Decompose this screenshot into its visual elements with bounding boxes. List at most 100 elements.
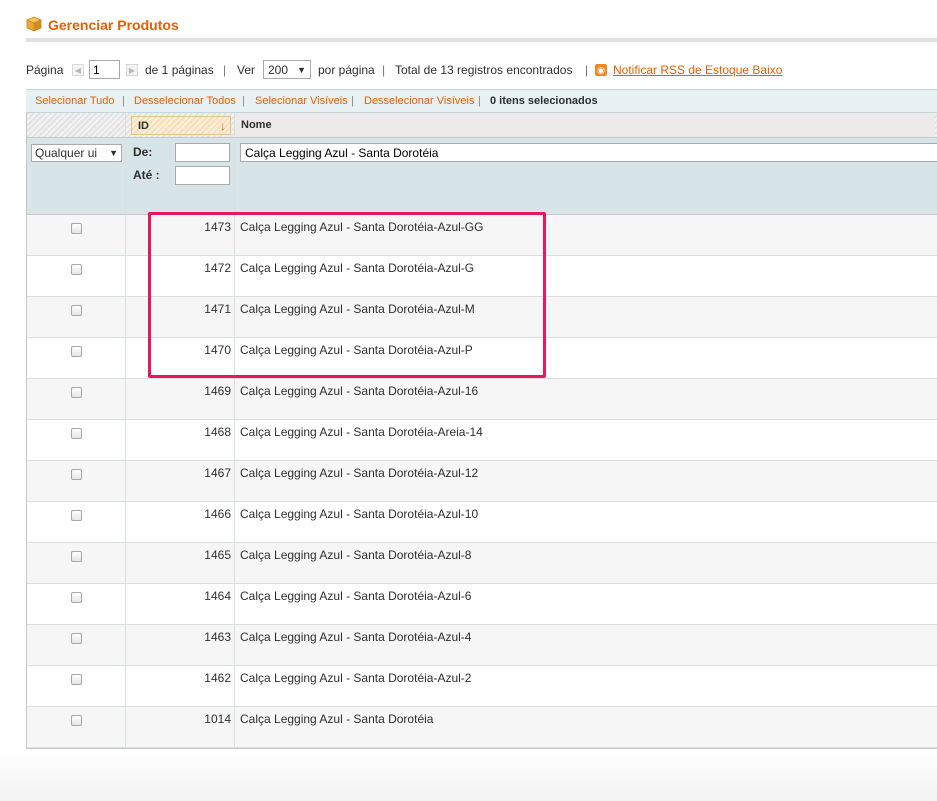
cell-id: 1469: [204, 384, 231, 398]
cell-id: 1462: [204, 671, 231, 685]
cell-name: Calça Legging Azul - Santa Dorotéia-Azul…: [240, 630, 472, 644]
cell-id: 1463: [204, 630, 231, 644]
box-icon: [26, 16, 42, 32]
table-row[interactable]: 1465 Calça Legging Azul - Santa Dorotéia-…: [27, 543, 937, 584]
row-checkbox[interactable]: [71, 633, 82, 644]
total-records-text: Total de 13 registros encontrados: [395, 63, 573, 77]
table-row[interactable]: 1466 Calça Legging Azul - Santa Dorotéia-…: [27, 502, 937, 543]
per-page-suffix: por página: [318, 63, 375, 77]
cell-id: 1473: [204, 220, 231, 234]
select-all-link[interactable]: Selecionar Tudo: [35, 95, 115, 107]
cell-name: Calça Legging Azul - Santa Dorotéia-Azul…: [240, 384, 479, 398]
cell-id: 1014: [204, 712, 231, 726]
grid-rows: 1473 Calça Legging Azul - Santa Dorotéia-…: [27, 215, 937, 748]
row-checkbox[interactable]: [71, 264, 82, 275]
cell-id: 1464: [204, 589, 231, 603]
cell-name: Calça Legging Azul - Santa Dorotéia-Azul…: [240, 343, 473, 357]
chevron-left-icon: ◀: [74, 65, 82, 75]
cell-id: 1470: [204, 343, 231, 357]
table-row[interactable]: 1464 Calça Legging Azul - Santa Dorotéia-…: [27, 584, 937, 625]
row-checkbox[interactable]: [71, 592, 82, 603]
massaction-bar: Selecionar Tudo | Desselecionar Todos | …: [26, 89, 937, 113]
id-from-input[interactable]: [175, 143, 230, 162]
per-page-value: 200: [268, 62, 289, 77]
rss-icon: ◉: [595, 64, 607, 76]
next-page-button[interactable]: ▶: [126, 64, 138, 76]
pager: Página ◀ ▶ de 1 páginas | Ver 200 ▼ por …: [26, 59, 937, 81]
cell-name: Calça Legging Azul - Santa Dorotéia-Azul…: [240, 671, 472, 685]
cell-id: 1468: [204, 425, 231, 439]
page-header: Gerenciar Produtos: [26, 14, 937, 42]
cell-id: 1465: [204, 548, 231, 562]
table-row[interactable]: 1470 Calça Legging Azul - Santa Dorotéia-…: [27, 338, 937, 379]
row-checkbox[interactable]: [71, 469, 82, 480]
row-checkbox[interactable]: [71, 305, 82, 316]
row-checkbox[interactable]: [71, 551, 82, 562]
view-label: Ver: [237, 63, 256, 77]
pager-separator: |: [223, 63, 227, 77]
column-header-name[interactable]: Nome: [235, 113, 935, 137]
pager-separator: |: [382, 63, 386, 77]
cell-name: Calça Legging Azul - Santa Dorotéia-Azul…: [240, 548, 472, 562]
cell-name: Calça Legging Azul - Santa Dorotéia-Azul…: [240, 507, 479, 521]
column-divider: [234, 113, 235, 748]
unselect-all-link[interactable]: Desselecionar Todos: [134, 95, 236, 107]
table-row[interactable]: 1472 Calça Legging Azul - Santa Dorotéia-…: [27, 256, 937, 297]
column-divider: [125, 113, 126, 748]
sort-desc-icon: ↓: [220, 119, 226, 133]
unselect-visible-link[interactable]: Desselecionar Visíveis: [364, 95, 474, 107]
page-label: Página: [26, 63, 64, 77]
per-page-select[interactable]: 200 ▼: [263, 60, 311, 79]
table-row[interactable]: 1014 Calça Legging Azul - Santa Dorotéia: [27, 707, 937, 748]
prev-page-button[interactable]: ◀: [72, 64, 84, 76]
massaction-separator: |: [122, 95, 125, 107]
cell-name: Calça Legging Azul - Santa Dorotéia-Azul…: [240, 220, 484, 234]
grid-filter-row: Qualquer ui ▼ De: Até :: [27, 138, 937, 215]
id-to-label: Até :: [133, 168, 160, 182]
massaction-filter-value: Qualquer ui: [35, 146, 98, 160]
table-row[interactable]: 1473 Calça Legging Azul - Santa Dorotéia-…: [27, 215, 937, 256]
cell-id: 1467: [204, 466, 231, 480]
massaction-filter-select[interactable]: Qualquer ui ▼: [31, 144, 122, 162]
cell-name: Calça Legging Azul - Santa Dorotéia-Azul…: [240, 466, 479, 480]
table-row[interactable]: 1462 Calça Legging Azul - Santa Dorotéia-…: [27, 666, 937, 707]
page-input[interactable]: [89, 60, 120, 79]
rss-notify-link[interactable]: Notificar RSS de Estoque Baixo: [613, 63, 782, 77]
id-to-input[interactable]: [175, 166, 230, 185]
chevron-down-icon: ▼: [109, 148, 118, 158]
cell-name: Calça Legging Azul - Santa Dorotéia-Arei…: [240, 425, 483, 439]
page-title: Gerenciar Produtos: [48, 17, 179, 33]
table-row[interactable]: 1467 Calça Legging Azul - Santa Dorotéia-…: [27, 461, 937, 502]
chevron-right-icon: ▶: [128, 65, 136, 75]
cell-id: 1466: [204, 507, 231, 521]
cell-name: Calça Legging Azul - Santa Dorotéia-Azul…: [240, 589, 472, 603]
cell-id: 1471: [204, 302, 231, 316]
selected-count: 0 itens selecionados: [490, 95, 598, 107]
chevron-down-icon: ▼: [297, 64, 306, 75]
massaction-separator: |: [351, 95, 354, 107]
table-row[interactable]: 1471 Calça Legging Azul - Santa Dorotéia-…: [27, 297, 937, 338]
row-checkbox[interactable]: [71, 387, 82, 398]
id-from-label: De:: [133, 145, 153, 159]
row-checkbox[interactable]: [71, 346, 82, 357]
row-checkbox[interactable]: [71, 510, 82, 521]
table-row[interactable]: 1463 Calça Legging Azul - Santa Dorotéia-…: [27, 625, 937, 666]
grid-headings: ID ↓ Nome: [27, 113, 937, 138]
table-row[interactable]: 1469 Calça Legging Azul - Santa Dorotéia-…: [27, 379, 937, 420]
table-row[interactable]: 1468 Calça Legging Azul - Santa Dorotéia-…: [27, 420, 937, 461]
column-header-id[interactable]: ID ↓: [131, 116, 231, 135]
total-pages-text: de 1 páginas: [145, 63, 214, 77]
column-id-label: ID: [138, 120, 149, 132]
footer-area: [0, 749, 937, 801]
products-grid: ID ↓ Nome Qualquer ui ▼ De: Até : 1473 Ca…: [26, 113, 937, 749]
name-filter-input[interactable]: [240, 143, 937, 162]
row-checkbox[interactable]: [71, 223, 82, 234]
select-visible-link[interactable]: Selecionar Visíveis: [255, 95, 348, 107]
massaction-separator: |: [242, 95, 245, 107]
row-checkbox[interactable]: [71, 674, 82, 685]
pager-separator: |: [585, 63, 589, 77]
row-checkbox[interactable]: [71, 428, 82, 439]
row-checkbox[interactable]: [71, 715, 82, 726]
cell-id: 1472: [204, 261, 231, 275]
massaction-separator: |: [478, 95, 481, 107]
